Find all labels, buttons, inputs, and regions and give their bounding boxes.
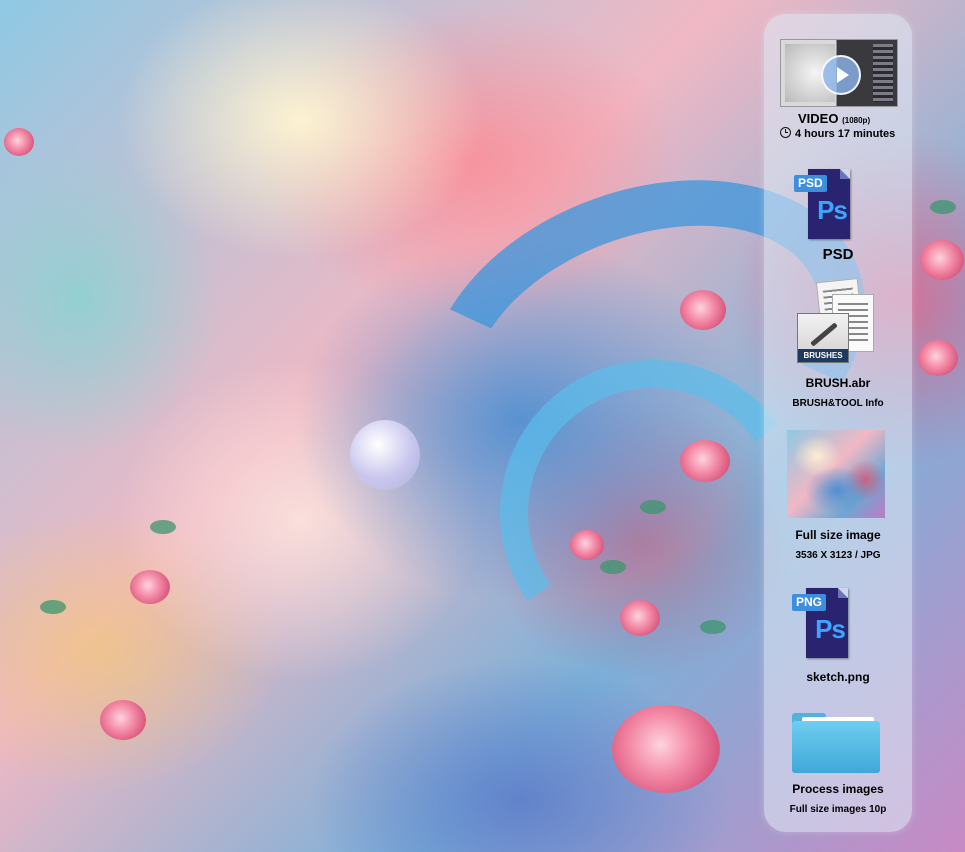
video-resolution: (1080p) <box>842 116 871 125</box>
rose <box>100 700 146 740</box>
psd-file-icon[interactable]: PSD Ps <box>794 169 850 239</box>
file-type-tab: PNG <box>792 594 827 611</box>
rose <box>4 128 34 156</box>
rose <box>620 600 660 636</box>
full-size-image-label[interactable]: Full size image <box>764 528 912 542</box>
folder-icon[interactable] <box>792 713 880 773</box>
file-type-tab: PSD <box>794 175 827 192</box>
psd-label[interactable]: PSD <box>764 246 912 263</box>
brush-info-label: BRUSH&TOOL Info <box>792 398 884 409</box>
leaf <box>640 500 666 514</box>
brushes-box-label: BRUSHES <box>798 349 848 362</box>
downloads-sidebar: VIDEO (1080p) 4 hours 17 minutes PSD Ps … <box>764 14 912 832</box>
video-title-text: VIDEO <box>798 111 839 126</box>
page-fold <box>840 169 850 179</box>
photoshop-mark: Ps <box>817 195 848 225</box>
leaf <box>700 620 726 634</box>
video-thumbnail[interactable] <box>780 39 898 107</box>
layers-panel-preview <box>873 44 893 102</box>
rose <box>612 705 720 793</box>
leaf <box>150 520 176 534</box>
video-duration-text: 4 hours 17 minutes <box>795 128 896 140</box>
brush-file-label[interactable]: BRUSH.abr <box>764 376 912 390</box>
leaf <box>600 560 626 574</box>
rose <box>680 440 730 482</box>
clock-icon <box>780 127 791 138</box>
leaf <box>930 200 956 214</box>
rose <box>918 340 958 376</box>
jellyfish <box>350 420 420 490</box>
png-file-icon[interactable]: PNG Ps <box>792 588 848 658</box>
process-images-label[interactable]: Process images <box>764 782 912 796</box>
brush-icon <box>810 322 838 347</box>
sketch-file-label[interactable]: sketch.png <box>764 670 912 684</box>
process-images-count: Full size images 10p <box>789 804 887 815</box>
video-title: VIDEO (1080p) <box>780 111 923 126</box>
rose <box>680 290 726 330</box>
play-icon[interactable] <box>821 55 861 95</box>
photoshop-mark: Ps <box>815 614 846 644</box>
brushes-icon[interactable]: BRUSHES <box>797 313 849 363</box>
rose <box>130 570 170 604</box>
page-fold <box>838 588 848 598</box>
image-dimensions: 3536 X 3123 / JPG <box>795 550 881 561</box>
folder-front <box>792 721 880 773</box>
rose <box>920 240 964 280</box>
full-size-image-thumbnail[interactable] <box>787 430 885 518</box>
video-duration: 4 hours 17 minutes <box>780 127 910 140</box>
leaf <box>40 600 66 614</box>
rose <box>570 530 604 560</box>
